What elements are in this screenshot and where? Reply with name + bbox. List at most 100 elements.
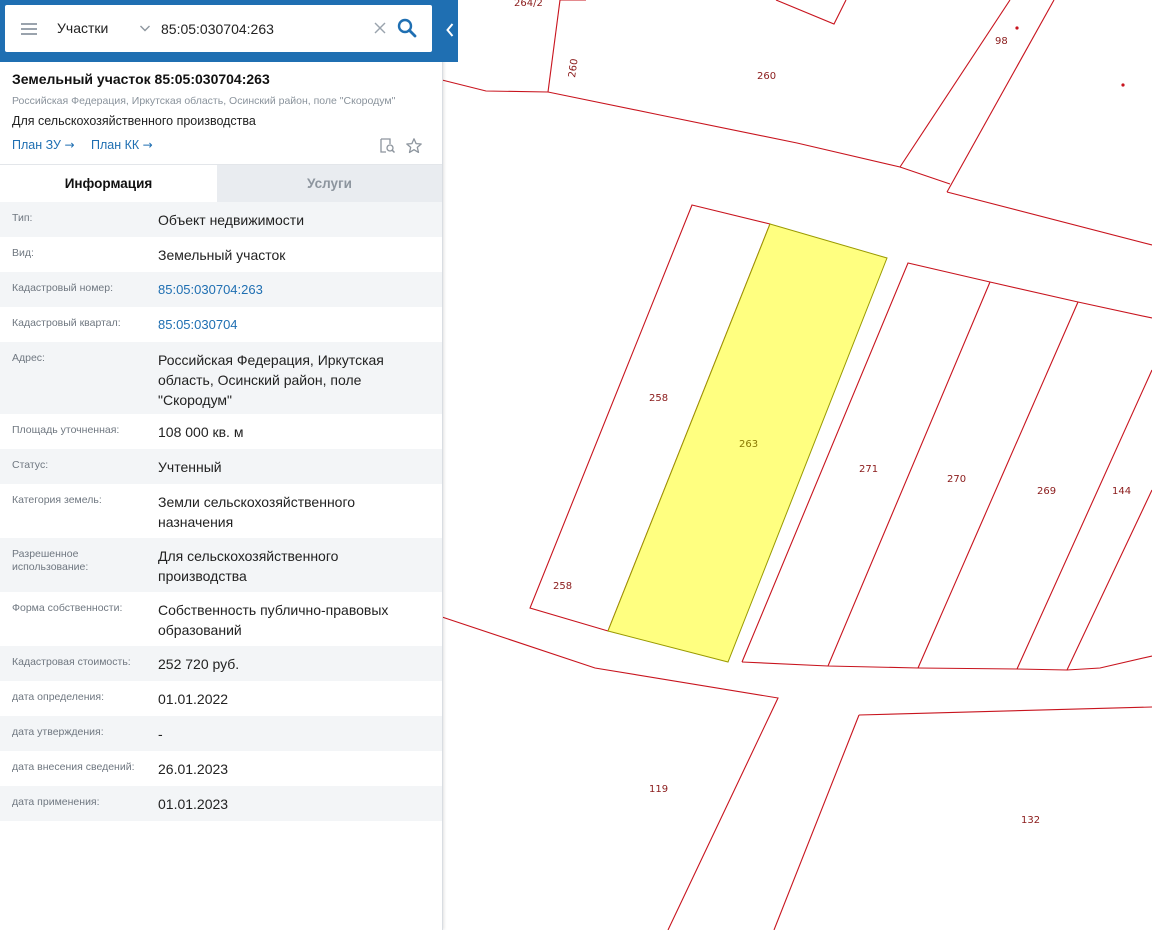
property-value: 01.01.2022 — [158, 691, 229, 707]
property-label: дата внесения сведений: — [12, 761, 135, 773]
property-label: Площадь уточненная: — [12, 424, 120, 436]
parcel-boundary[interactable] — [946, 191, 1152, 246]
chevron-down-icon — [140, 25, 150, 32]
parcel-boundary[interactable] — [547, 0, 561, 93]
property-label: Вид: — [12, 247, 34, 259]
property-label: Кадастровая стоимость: — [12, 656, 131, 668]
property-row: Кадастровый квартал: 85:05:030704 — [0, 307, 442, 342]
panel-tabs: Информация Услуги — [0, 164, 442, 203]
property-row: Статус: Учтенный — [0, 449, 442, 484]
parcel-label: 264/2 — [514, 0, 543, 9]
property-row: Тип: Объект недвижимости — [0, 202, 442, 237]
property-row: дата утверждения: - — [0, 716, 442, 751]
property-row: Адрес: Российская Федерация, Иркутская об… — [0, 342, 442, 414]
search-bar: Участки — [0, 0, 458, 62]
arrow-right-icon: → — [142, 138, 153, 152]
property-label: Тип: — [12, 212, 33, 224]
property-value: 26.01.2023 — [158, 761, 229, 777]
parcel-label: 260 — [567, 58, 581, 78]
property-value: 252 720 руб. — [158, 656, 240, 672]
property-row: Категория земель: Земли сельскохозяйствен… — [0, 484, 442, 538]
property-value: Учтенный — [158, 459, 222, 475]
parcel-label: 271 — [859, 464, 878, 475]
property-row: дата внесения сведений: 26.01.2023 — [0, 751, 442, 786]
property-value: 01.01.2023 — [158, 796, 229, 812]
parcel-address: Российская Федерация, Иркутская область,… — [12, 95, 396, 107]
property-row: Разрешенное использование: Для сельскохоз… — [0, 538, 442, 592]
parcel-boundary[interactable] — [899, 0, 1011, 168]
property-value-link[interactable]: 85:05:030704 — [158, 315, 428, 335]
search-type-select[interactable]: Участки — [57, 5, 157, 52]
properties-table: Тип: Объект недвижимости Вид: Земельный уча… — [0, 202, 442, 821]
property-row: Форма собственности: Собственность публич… — [0, 592, 442, 646]
parcel-boundary[interactable] — [441, 79, 951, 185]
search-type-label: Участки — [57, 20, 109, 36]
clear-icon[interactable] — [373, 21, 387, 35]
property-label: Кадастровый квартал: — [12, 317, 121, 329]
parcel-label: 258 — [553, 581, 572, 592]
parcel-label: 132 — [1021, 815, 1040, 826]
property-value: Российская Федерация, Иркутская область,… — [158, 352, 384, 408]
document-search-icon[interactable] — [378, 137, 396, 155]
property-label: дата применения: — [12, 796, 100, 808]
parcel-label: 260 — [757, 71, 776, 82]
property-label: Разрешенное использование: — [12, 548, 89, 573]
parcel-boundary[interactable] — [441, 616, 779, 930]
parcel-label: 98 — [995, 36, 1008, 47]
property-row: Вид: Земельный участок — [0, 237, 442, 272]
hamburger-icon — [21, 28, 37, 30]
info-panel: Земельный участок 85:05:030704:263 Росси… — [0, 0, 443, 930]
property-label: Кадастровый номер: — [12, 282, 114, 294]
property-row: дата применения: 01.01.2023 — [0, 786, 442, 821]
property-label: Категория земель: — [12, 494, 102, 506]
plan-kk-link[interactable]: План КК → — [91, 138, 153, 152]
parcel-title: Земельный участок 85:05:030704:263 — [12, 71, 270, 87]
parcel-label: 144 — [1112, 486, 1131, 497]
plan-zu-label: План ЗУ — [12, 138, 61, 152]
parcel-boundary[interactable] — [773, 714, 860, 930]
parcel-boundary[interactable] — [775, 0, 847, 25]
favorite-star-icon[interactable] — [405, 137, 423, 155]
property-value: Собственность публично-правовых образова… — [158, 602, 389, 638]
property-value: - — [158, 726, 163, 742]
property-value: Земли сельскохозяйственного назначения — [158, 494, 356, 530]
parcel-label-selected: 263 — [739, 439, 758, 450]
parcel-label: 119 — [649, 784, 668, 795]
parcel-label: 269 — [1037, 486, 1056, 497]
property-row: дата определения: 01.01.2022 — [0, 681, 442, 716]
parcel-label: 258 — [649, 393, 668, 404]
parcel-card-header: Земельный участок 85:05:030704:263 Росси… — [0, 62, 442, 164]
collapse-panel-icon[interactable] — [442, 14, 458, 46]
property-label: дата утверждения: — [12, 726, 104, 738]
search-icon[interactable] — [396, 17, 418, 39]
arrow-right-icon: → — [64, 138, 75, 152]
property-value: Объект недвижимости — [158, 212, 305, 228]
property-value: Земельный участок — [158, 247, 286, 263]
survey-point — [1015, 26, 1019, 30]
property-label: Форма собственности: — [12, 602, 123, 614]
property-row: Кадастровый номер: 85:05:030704:263 — [0, 272, 442, 307]
parcel-boundary[interactable] — [917, 301, 1079, 669]
tab-services[interactable]: Услуги — [217, 165, 442, 203]
menu-button[interactable] — [19, 20, 39, 38]
search-input[interactable] — [161, 14, 367, 43]
parcel-boundary[interactable] — [1016, 369, 1152, 670]
property-value: Для сельскохозяйственного производства — [158, 548, 339, 584]
search-box: Участки — [5, 5, 432, 52]
parcel-boundary[interactable] — [858, 706, 1152, 716]
property-value-link[interactable]: 85:05:030704:263 — [158, 280, 428, 300]
parcel-boundary[interactable] — [741, 655, 1152, 671]
plan-zu-link[interactable]: План ЗУ → — [12, 138, 75, 152]
property-row: Кадастровая стоимость: 252 720 руб. — [0, 646, 442, 681]
hamburger-icon — [21, 33, 37, 35]
property-label: дата определения: — [12, 691, 105, 703]
plan-kk-label: План КК — [91, 138, 140, 152]
property-label: Адрес: — [12, 352, 45, 364]
parcel-label: 270 — [947, 474, 966, 485]
parcel-usage: Для сельскохозяйственного производства — [12, 114, 256, 128]
parcel-boundary[interactable] — [1066, 489, 1152, 671]
tab-information[interactable]: Информация — [0, 165, 217, 203]
property-label: Статус: — [12, 459, 49, 471]
parcel-boundary[interactable] — [946, 0, 1055, 193]
hamburger-icon — [21, 23, 37, 25]
